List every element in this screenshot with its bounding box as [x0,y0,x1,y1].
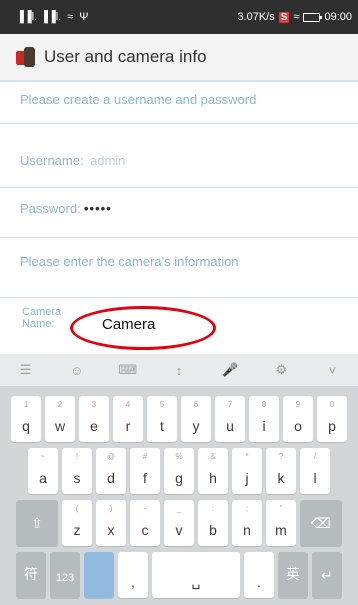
usb-icon: Ψ [79,11,89,23]
key-l[interactable]: / l [300,448,330,494]
menu-icon[interactable]: ☰ [14,362,38,378]
mic-icon[interactable]: 🎤 [218,362,242,378]
key-a[interactable]: ~ a [28,448,58,494]
camera-name-label: Camera Name: [22,306,62,330]
keyboard-row-2: ~ a! s @ d # f% g & h * j? k / l [0,448,358,494]
key-p[interactable]: 0p [317,396,347,442]
camera-hint-row: Please enter the camera's information [0,238,358,298]
credentials-hint-row: Please create a username and password [0,82,358,124]
key-z[interactable]: (z [62,500,92,546]
key-g[interactable]: % g [164,448,194,494]
key-v[interactable]: _ v [164,500,194,546]
shift-key[interactable]: ⇧ [16,500,58,546]
key-i[interactable]: 8i [249,396,279,442]
key-t[interactable]: 5t [147,396,177,442]
clock: 09:00 [324,11,352,23]
battery-icon [303,12,323,22]
voice-key[interactable] [84,552,114,598]
keyboard-row-1: 1q2w3e4r5t6y7u8i9o0p [0,396,358,442]
space-key[interactable]: ␣ [152,552,240,598]
key-r[interactable]: 4r [113,396,143,442]
comma-key[interactable]: , [118,552,148,598]
keyboard-icon[interactable]: ⌨ [116,362,140,378]
language-key[interactable]: 英 [278,552,308,598]
page-title: User and camera info [44,47,207,66]
password-label: Password: [20,201,81,216]
key-j[interactable]: * j [232,448,262,494]
key-u[interactable]: 7u [215,396,245,442]
keyboard: 1q2w3e4r5t6y7u8i9o0p ~ a! s @ d # f% g & h * j? k / l … [0,386,358,605]
key-e[interactable]: 3e [79,396,109,442]
network-speed: 3.07K/s [237,11,275,23]
key-b[interactable]: :b [198,500,228,546]
wifi-small-icon: ≈ [293,11,300,23]
keyboard-toolbar: ☰ ☺ ⌨ ↕ 🎤 ⚙ ˅ [0,354,358,386]
key-h[interactable]: & h [198,448,228,494]
key-d[interactable]: @ d [96,448,126,494]
key-c[interactable]: -c [130,500,160,546]
key-s[interactable]: ! s [62,448,92,494]
key-k[interactable]: ? k [266,448,296,494]
key-w[interactable]: 2w [45,396,75,442]
camera-hint: Please enter the camera's information [20,254,239,269]
username-field[interactable]: Username: admin [0,138,358,188]
settings-icon[interactable]: ⚙ [269,362,293,378]
symbols-key[interactable]: 符 [16,552,46,598]
key-f[interactable]: # f [130,448,160,494]
key-m[interactable]: " m [266,500,296,546]
app-badge: S [278,11,290,23]
title-bar: User and camera info [0,34,358,82]
collapse-icon[interactable]: ˅ [320,363,344,378]
keyboard-row-3-letters: (z) x - c _ v: b; n " m [62,500,296,546]
enter-key[interactable]: ↵ [312,552,342,598]
key-o[interactable]: 9o [283,396,313,442]
keyboard-row-4: 符 123 , ␣ . 英 ↵ [0,552,358,598]
password-field[interactable]: Password: ••••• [0,188,358,238]
period-key[interactable]: . [244,552,274,598]
backspace-key[interactable]: ⌫ [300,500,342,546]
cursor-icon[interactable]: ↕ [167,363,191,378]
app-icon [16,45,36,69]
keyboard-row-3: ⇧ (z) x - c _ v: b; n " m ⌫ [0,500,358,546]
signal-icon: ▐▐l. ▐▐l. [16,11,62,23]
status-bar: ▐▐l. ▐▐l. ≈ Ψ 3.07K/s S ≈ 09:00 [0,0,358,34]
highlight-circle [70,306,216,350]
camera-name-field[interactable]: Camera Name: Camera [0,298,358,354]
key-q[interactable]: 1q [11,396,41,442]
username-label: Username: [20,153,84,168]
key-y[interactable]: 6y [181,396,211,442]
emoji-icon[interactable]: ☺ [65,363,89,378]
password-input[interactable]: ••••• [84,201,112,216]
number-key[interactable]: 123 [50,552,80,598]
credentials-hint: Please create a username and password [20,92,257,107]
username-input[interactable]: admin [90,153,125,168]
key-x[interactable]: ) x [96,500,126,546]
key-n[interactable]: ; n [232,500,262,546]
wifi-icon: ≈ [67,11,74,23]
